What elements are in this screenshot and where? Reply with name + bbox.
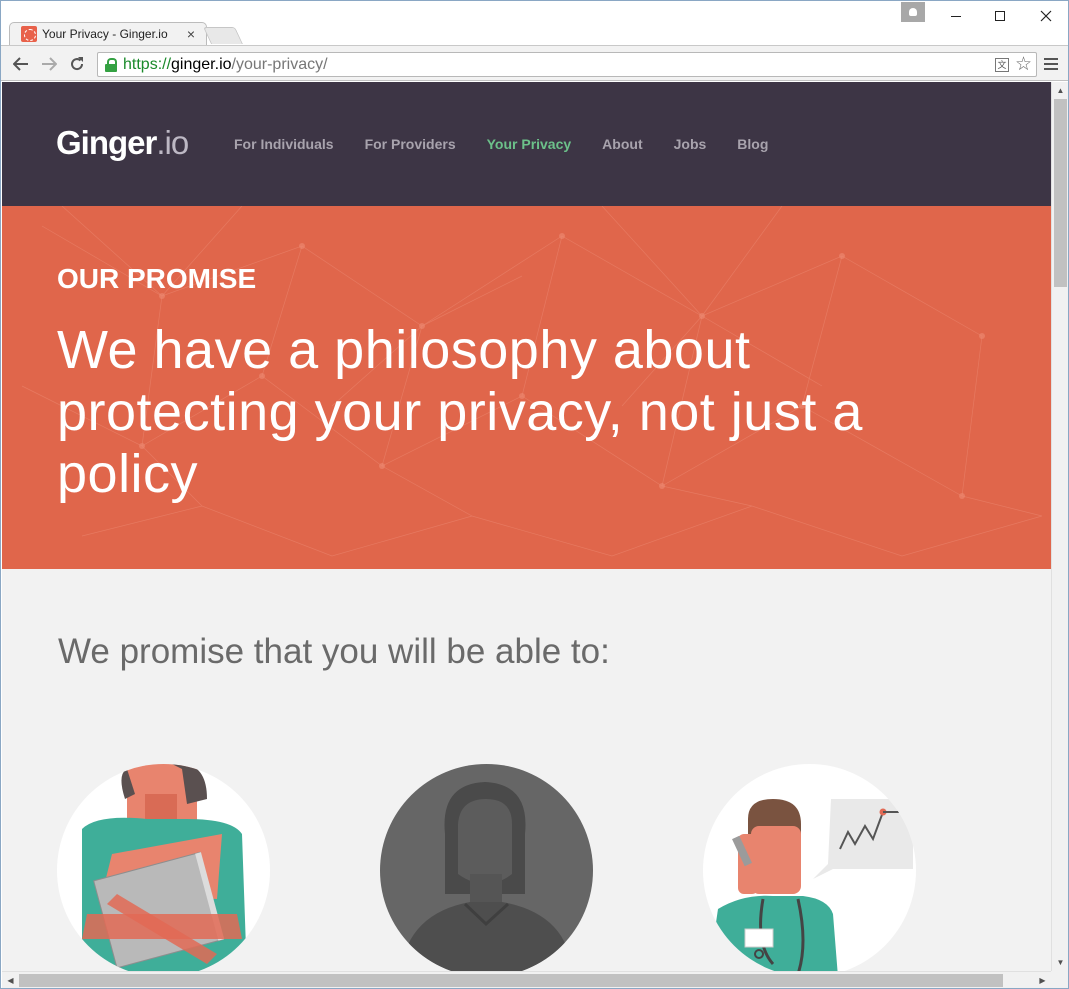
horizontal-scroll-thumb[interactable] xyxy=(19,974,1003,987)
logo-dot-text: .io xyxy=(156,124,189,161)
star-icon[interactable]: ☆ xyxy=(1015,55,1032,74)
nav-jobs[interactable]: Jobs xyxy=(674,136,707,152)
lock-icon xyxy=(105,57,117,72)
scroll-up-arrow-icon[interactable]: ▲ xyxy=(1052,82,1068,99)
person-silhouette-illustration xyxy=(380,764,593,971)
hero-banner: OUR PROMISE We have a philosophy about p… xyxy=(2,206,1051,569)
main-nav: For Individuals For Providers Your Priva… xyxy=(234,136,799,152)
nav-blog[interactable]: Blog xyxy=(737,136,768,152)
tab-strip: Your Privacy - Ginger.io × xyxy=(1,1,1068,46)
scroll-right-arrow-icon[interactable]: ▶ xyxy=(1034,972,1051,988)
ginger-logo[interactable]: Ginger.io xyxy=(56,124,189,162)
url-host: ginger.io xyxy=(171,55,232,73)
vertical-scroll-thumb[interactable] xyxy=(1054,99,1067,287)
browser-window: Your Privacy - Ginger.io × https://ginge… xyxy=(0,0,1069,989)
hero-eyebrow: OUR PROMISE xyxy=(57,263,257,294)
hero-title: We have a philosophy about protecting yo… xyxy=(57,320,863,504)
page-viewport: Ginger.io For Individuals For Providers … xyxy=(2,82,1051,971)
reload-icon xyxy=(71,57,84,71)
url-scheme: https:// xyxy=(123,55,172,73)
new-tab-button[interactable] xyxy=(203,27,243,44)
nav-for-individuals[interactable]: For Individuals xyxy=(234,136,334,152)
clinician-on-phone-illustration xyxy=(703,764,916,971)
forward-button[interactable] xyxy=(37,52,61,76)
browser-toolbar: https://ginger.io/your-privacy/ 文 ☆ xyxy=(1,45,1068,81)
active-tab-content[interactable]: Your Privacy - Ginger.io × xyxy=(13,22,205,46)
hamburger-menu-icon[interactable] xyxy=(1044,56,1058,72)
favicon-icon xyxy=(21,26,37,42)
close-window-button[interactable] xyxy=(1023,1,1068,31)
back-button[interactable] xyxy=(9,52,33,76)
site-header: Ginger.io For Individuals For Providers … xyxy=(2,82,1051,206)
url-text[interactable]: https://ginger.io/your-privacy/ xyxy=(123,56,328,74)
profile-icon[interactable] xyxy=(901,2,925,22)
maximize-button[interactable] xyxy=(977,1,1023,31)
scroll-down-arrow-icon[interactable]: ▼ xyxy=(1052,954,1068,971)
address-bar[interactable]: https://ginger.io/your-privacy/ 文 ☆ xyxy=(97,52,1037,77)
scroll-left-arrow-icon[interactable]: ◀ xyxy=(2,972,19,988)
nav-about[interactable]: About xyxy=(602,136,642,152)
nav-for-providers[interactable]: For Providers xyxy=(365,136,456,152)
vertical-scrollbar[interactable]: ▲ ▼ xyxy=(1051,82,1068,971)
close-icon xyxy=(1040,10,1052,22)
scrollbar-corner xyxy=(1051,971,1068,988)
promise-heading: We promise that you will be able to: xyxy=(58,632,610,671)
arrow-left-icon xyxy=(13,57,28,71)
reload-button[interactable] xyxy=(65,52,89,76)
tab-close-icon[interactable]: × xyxy=(183,26,199,42)
logo-main-text: Ginger xyxy=(56,124,157,161)
translate-icon[interactable]: 文 xyxy=(994,57,1009,72)
tab-title: Your Privacy - Ginger.io xyxy=(42,27,168,41)
person-hugging-folder-illustration xyxy=(57,764,270,971)
arrow-right-icon xyxy=(42,57,57,71)
url-path: /your-privacy/ xyxy=(231,55,328,73)
minimize-button[interactable] xyxy=(933,1,979,31)
horizontal-scrollbar[interactable]: ◀ ▶ xyxy=(2,971,1051,988)
nav-your-privacy[interactable]: Your Privacy xyxy=(487,136,572,152)
